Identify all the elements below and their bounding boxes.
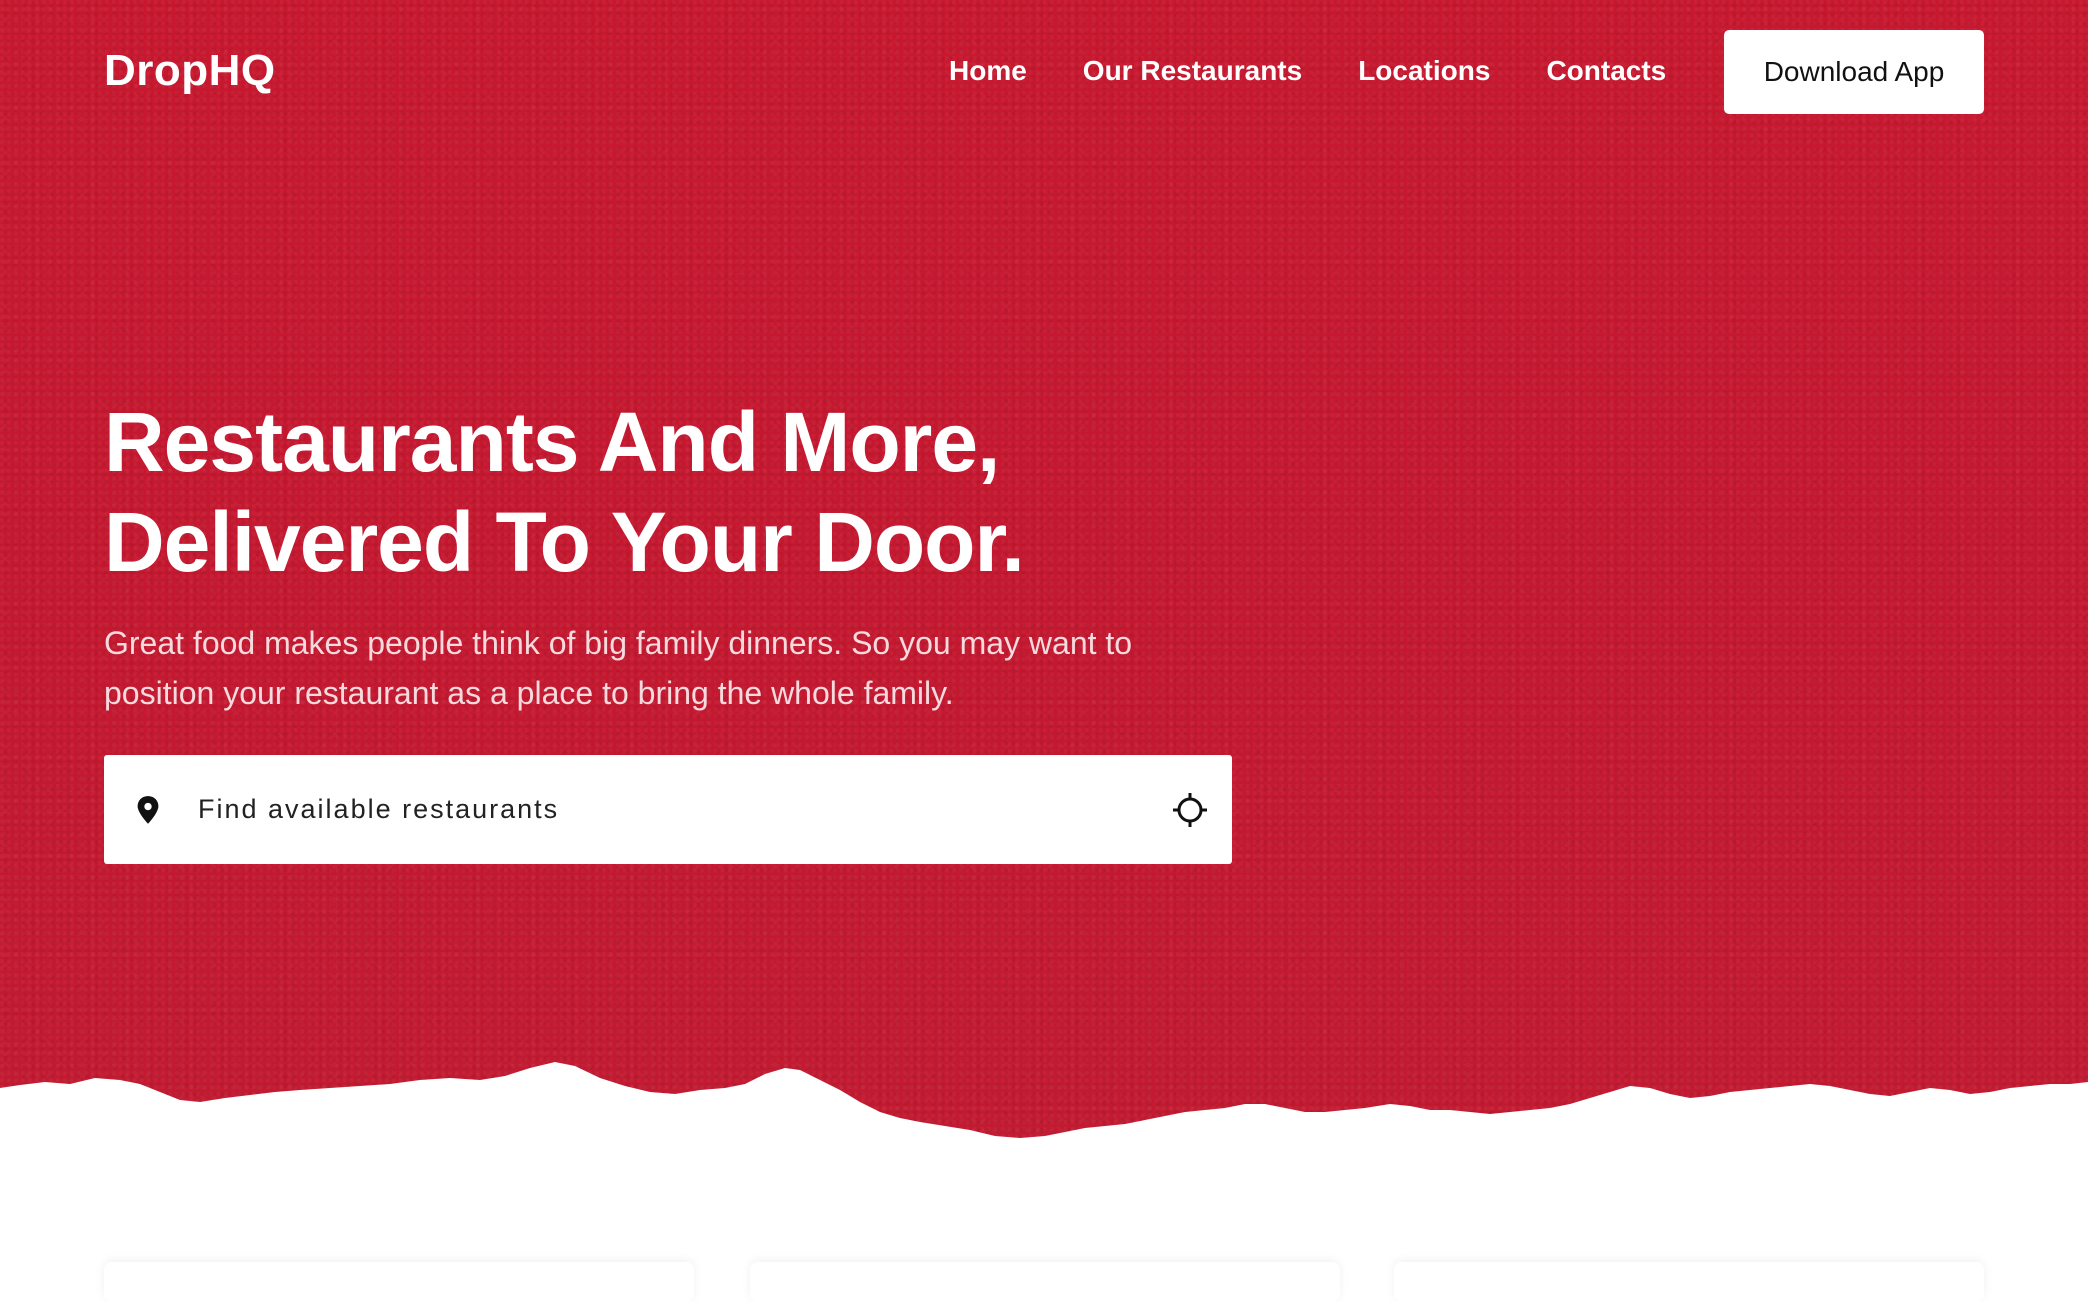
nav-item-locations[interactable]: Locations (1358, 55, 1490, 87)
map-pin-icon (137, 796, 159, 824)
locate-crosshair-icon[interactable] (1172, 792, 1208, 828)
card-peek (750, 1262, 1340, 1302)
search-input[interactable] (198, 755, 1098, 864)
brand-logo[interactable]: DropHQ (104, 46, 276, 96)
download-app-button[interactable]: Download App (1724, 30, 1984, 114)
torn-paper-edge (0, 1062, 2088, 1200)
nav-item-contacts[interactable]: Contacts (1546, 55, 1666, 87)
cards-peek-row (0, 1262, 2088, 1302)
restaurant-search-box[interactable] (104, 755, 1232, 864)
card-peek (1394, 1262, 1984, 1302)
hero-subtext: Great food makes people think of big fam… (104, 625, 1133, 711)
nav-item-our-restaurants[interactable]: Our Restaurants (1083, 55, 1302, 87)
hero-headline-line2: Delivered To Your Door. (104, 495, 1025, 589)
card-peek (104, 1262, 694, 1302)
hero-headline: Restaurants And More, Delivered To Your … (104, 392, 1254, 592)
nav-item-home[interactable]: Home (949, 55, 1027, 87)
main-nav: Home Our Restaurants Locations Contacts (949, 55, 1666, 87)
hero-headline-line1: Restaurants And More, (104, 395, 1000, 489)
